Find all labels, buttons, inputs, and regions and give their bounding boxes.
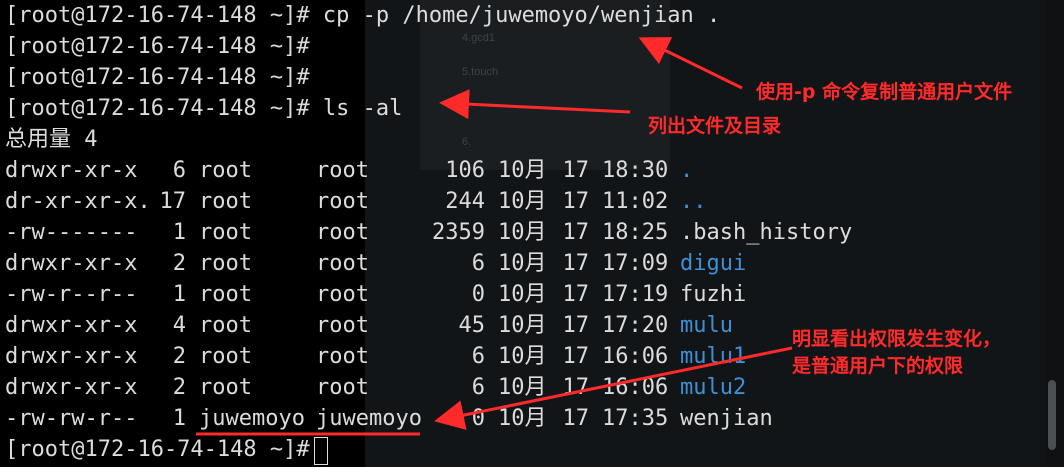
annotation-cp-note: 使用-p 命令复制普通用户文件: [756, 81, 1013, 103]
annotation-permission-note-2: 是普通用户下的权限: [792, 355, 964, 377]
annotation-permission-note: 明显看出权限发生变化，: [792, 328, 1002, 350]
arrow-to-ls-command: [439, 89, 631, 120]
annotation-ls-note: 列出文件及目录: [648, 115, 782, 137]
arrow-to-cp-command: [638, 37, 743, 90]
annotation-arrows: [196, 37, 793, 436]
arrow-to-owner: [434, 346, 793, 430]
